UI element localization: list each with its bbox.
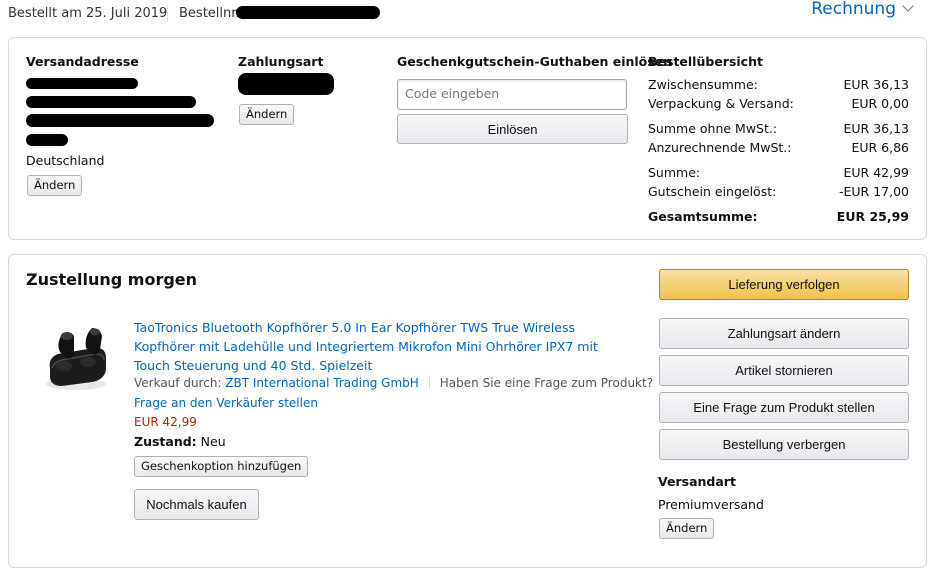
summary-label: Gutschein eingelöst: — [648, 184, 777, 199]
seller-link[interactable]: ZBT International Trading GmbH — [225, 376, 418, 390]
gift-card-heading: Geschenkgutschein-Guthaben einlösen — [397, 54, 673, 69]
ask-product-question-button[interactable]: Eine Frage zum Produkt stellen — [659, 392, 909, 423]
header-divider — [167, 5, 168, 22]
redacted-address-line-1 — [26, 78, 138, 89]
redacted-order-number — [236, 6, 380, 19]
shipping-address-heading: Versandadresse — [26, 54, 139, 69]
summary-label: Summe: — [648, 165, 701, 180]
condition-label: Zustand: — [134, 434, 197, 449]
change-payment-method-button[interactable]: Zahlungsart ändern — [659, 318, 909, 349]
summary-label: Gesamtsumme: — [648, 209, 758, 224]
redeem-button[interactable]: Einlösen — [397, 114, 628, 144]
shipping-method-value: Premiumversand — [658, 497, 764, 512]
redacted-address-line-3 — [26, 114, 214, 127]
invoice-link[interactable]: Rechnung — [811, 0, 914, 19]
redacted-address-line-2 — [26, 96, 196, 108]
add-gift-option-button[interactable]: Geschenkoption hinzufügen — [134, 456, 309, 477]
summary-value: EUR 36,13 — [843, 77, 910, 92]
order-number-label: Bestellnr. — [179, 6, 240, 21]
seller-info: Verkauf durch: ZBT International Trading… — [134, 376, 653, 390]
summary-label: Summe ohne MwSt.: — [648, 121, 778, 136]
order-header: Bestellt am 25. Juli 2019 Bestellnr. Rec… — [0, 0, 930, 30]
summary-value: EUR 25,99 — [836, 209, 909, 224]
summary-value: EUR 6,86 — [851, 140, 909, 155]
product-price: EUR 42,99 — [134, 415, 197, 429]
hide-order-button[interactable]: Bestellung verbergen — [659, 429, 909, 460]
change-shipping-method-button[interactable]: Ändern — [659, 518, 715, 539]
buy-again-button[interactable]: Nochmals kaufen — [134, 489, 259, 520]
summary-label: Zwischensumme: — [648, 77, 758, 92]
ask-seller-link[interactable]: Frage an den Verkäufer stellen — [134, 396, 318, 410]
payment-heading: Zahlungsart — [238, 54, 324, 69]
summary-value: EUR 0,00 — [851, 96, 909, 111]
redacted-address-line-4 — [26, 134, 68, 146]
condition-value: Neu — [200, 434, 226, 449]
summary-label: Anzurechnende MwSt.: — [648, 140, 792, 155]
change-payment-button[interactable]: Ändern — [239, 104, 295, 125]
summary-value: EUR 36,13 — [843, 121, 910, 136]
gift-code-input[interactable]: Code eingeben — [397, 79, 627, 110]
cancel-items-button[interactable]: Artikel stornieren — [659, 355, 909, 386]
summary-value: -EUR 17,00 — [838, 184, 909, 199]
product-condition: Zustand: Neu — [134, 434, 226, 449]
delivery-status-title: Zustellung morgen — [26, 270, 198, 289]
change-address-button[interactable]: Ändern — [27, 175, 83, 196]
product-question-text: Haben Sie eine Frage zum Produkt? — [439, 376, 654, 390]
seller-divider — [428, 376, 430, 389]
order-date: Bestellt am 25. Juli 2019 — [8, 6, 168, 21]
summary-label: Verpackung & Versand: — [648, 96, 794, 111]
track-package-button[interactable]: Lieferung verfolgen — [659, 269, 909, 300]
invoice-label: Rechnung — [811, 0, 896, 19]
address-country: Deutschland — [26, 153, 105, 168]
earbuds-product-image[interactable] — [40, 324, 110, 400]
summary-value: EUR 42,99 — [843, 165, 910, 180]
sold-by-label: Verkauf durch: — [134, 376, 222, 390]
redacted-payment-method — [238, 73, 334, 95]
chevron-down-icon — [902, 0, 914, 12]
product-title-link[interactable]: TaoTronics Bluetooth Kopfhörer 5.0 In Ea… — [134, 318, 634, 375]
shipping-method-heading: Versandart — [658, 474, 736, 489]
order-summary-heading: Bestellübersicht — [648, 54, 763, 69]
